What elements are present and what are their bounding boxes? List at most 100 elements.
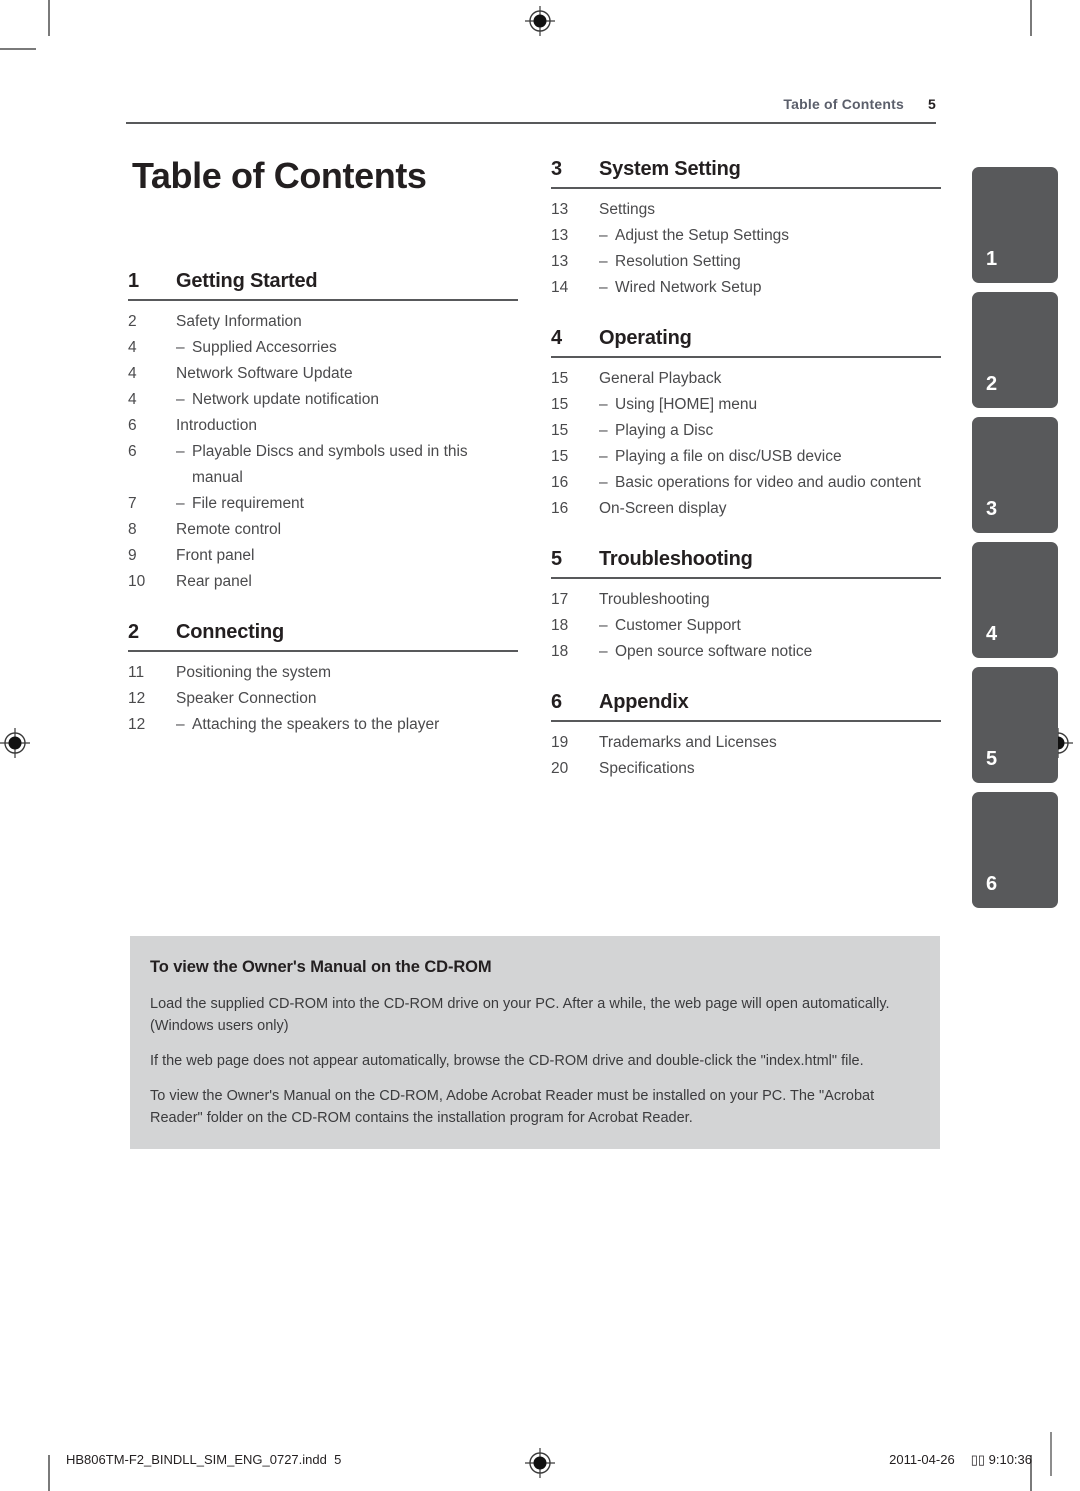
toc-entry[interactable]: 4 Network Software Update [128, 361, 518, 387]
toc-entry-text: Network update notification [192, 391, 379, 408]
toc-entry[interactable]: 10 Rear panel [128, 569, 518, 595]
toc-entry-page: 6 [128, 417, 137, 434]
toc-entry[interactable]: 9 Front panel [128, 543, 518, 569]
toc-entry-text: Open source software notice [615, 643, 813, 660]
chapter-tab[interactable]: 6 [972, 792, 1058, 908]
toc-entry-text: Adjust the Setup Settings [615, 227, 790, 244]
toc-entry[interactable]: 7 – File requirement [128, 491, 518, 517]
toc-entry-text: Using [HOME] menu [615, 396, 758, 413]
toc-entry-label: Speaker Connection [176, 686, 518, 712]
chapter-tab-number: 4 [986, 623, 998, 645]
toc-entry-page: 4 [128, 365, 137, 382]
toc-entry[interactable]: 15 – Playing a file on disc/USB device [551, 444, 941, 470]
toc-entry[interactable]: 16 – Basic operations for video and audio … [551, 470, 941, 496]
toc-entry-page: 15 [551, 448, 569, 465]
toc-entry-label: – Supplied Accesorries [176, 335, 518, 361]
toc-entry[interactable]: 11 Positioning the system [128, 660, 518, 686]
toc-entry[interactable]: 12 Speaker Connection [128, 686, 518, 712]
toc-entry[interactable]: 6 – Playable Discs and symbols used in thi… [128, 439, 518, 491]
toc-entry[interactable]: 16 On-Screen display [551, 496, 941, 522]
crop-mark-top-right-vertical [1030, 0, 1032, 36]
toc-entry-label: – File requirement [176, 491, 518, 517]
toc-section-number: 5 [551, 548, 562, 570]
toc-entry-label: Positioning the system [176, 660, 518, 686]
toc-entry-text: Playing a file on disc/USB device [615, 448, 842, 465]
toc-entry-text: Supplied Accesorries [192, 339, 337, 356]
toc-section-title: Operating [599, 327, 692, 349]
toc-entry-dash-icon: – [599, 448, 608, 465]
registration-target-bottom [525, 1448, 555, 1478]
toc-section-heading: 2 Connecting [128, 621, 518, 650]
toc-entry[interactable]: 13 – Resolution Setting [551, 249, 941, 275]
cd-rom-note-heading: To view the Owner's Manual on the CD-ROM [150, 958, 492, 976]
toc-section-title: Troubleshooting [599, 548, 753, 570]
toc-section-number: 1 [128, 270, 139, 292]
chapter-tab[interactable]: 3 [972, 417, 1058, 533]
toc-entry-page: 12 [128, 716, 146, 733]
chapter-tab-number: 2 [986, 373, 998, 395]
toc-entry-label: Network Software Update [176, 361, 518, 387]
toc-entry-text: Trademarks and Licenses [599, 734, 777, 751]
toc-entry-dash-icon: – [176, 391, 185, 408]
chapter-tab[interactable]: 4 [972, 542, 1058, 658]
toc-section-number: 4 [551, 327, 562, 349]
toc-entry[interactable]: 18 – Open source software notice [551, 639, 941, 665]
toc-entry[interactable]: 2 Safety Information [128, 309, 518, 335]
toc-entry[interactable]: 19 Trademarks and Licenses [551, 730, 941, 756]
toc-entry[interactable]: 15 – Using [HOME] menu [551, 392, 941, 418]
toc-entry-dash-icon: – [176, 443, 185, 460]
footer-file-name: HB806TM-F2_BINDLL_SIM_ENG_0727.indd [66, 1452, 327, 1467]
toc-entry[interactable]: 15 General Playback [551, 366, 941, 392]
cd-rom-note-body: Load the supplied CD-ROM into the CD-ROM… [150, 993, 918, 1129]
toc-section: 1 Getting Started 2 Safety Information 4– Sup… [128, 270, 518, 595]
toc-entry-text: Attaching the speakers to the player [192, 716, 440, 733]
toc-entry-page: 15 [551, 370, 569, 387]
running-header: Table of Contents 5 [126, 96, 936, 112]
toc-section: 5 Troubleshooting 17 Troubleshooting 18 – Cust… [551, 548, 941, 665]
toc-entry-text: Introduction [176, 417, 257, 434]
toc-entry-text: Resolution Setting [615, 253, 741, 270]
chapter-tab[interactable]: 2 [972, 292, 1058, 408]
cd-rom-note-box: To view the Owner's Manual on the CD-ROM… [130, 936, 940, 1149]
toc-entry-label: Front panel [176, 543, 518, 569]
toc-entry[interactable]: 6 Introduction [128, 413, 518, 439]
toc-entry-text: Basic operations for video and audio con… [615, 474, 921, 491]
toc-entry[interactable]: 13 – Adjust the Setup Settings [551, 223, 941, 249]
toc-entry-label: – Customer Support [599, 613, 941, 639]
footer-file-info: HB806TM-F2_BINDLL_SIM_ENG_0727.indd 5 [66, 1452, 341, 1467]
toc-entry-text: Network Software Update [176, 365, 353, 382]
document-page: Table of Contents 5 Table of Contents 1 Ge… [0, 0, 1080, 1491]
crop-mark-top-left-vertical [48, 0, 50, 36]
toc-entry-page: 18 [551, 617, 569, 634]
toc-entry-label: – Playing a Disc [599, 418, 941, 444]
toc-entry-label: – Basic operations for video and audio co… [599, 470, 941, 496]
chapter-tab[interactable]: 1 [972, 167, 1058, 283]
toc-entry[interactable]: 4 – Supplied Accesorries [128, 335, 518, 361]
toc-entry-text: Wired Network Setup [615, 279, 762, 296]
toc-entry[interactable]: 12 – Attaching the speakers to the player [128, 712, 518, 738]
page-title: Table of Contents [132, 155, 427, 196]
footer-time: 9:10:36 [988, 1452, 1032, 1467]
toc-entry-page: 17 [551, 591, 569, 608]
toc-entry[interactable]: 14 – Wired Network Setup [551, 275, 941, 301]
crop-mark-top-left-horizontal [0, 48, 36, 50]
toc-entry[interactable]: 8 Remote control [128, 517, 518, 543]
toc-column-left: 1 Getting Started 2 Safety Information 4– Sup… [128, 270, 518, 764]
toc-section: 6 Appendix 19 Trademarks and Licenses 20 Spec… [551, 691, 941, 782]
toc-entry[interactable]: 4 – Network update notification [128, 387, 518, 413]
toc-section-divider [128, 299, 518, 301]
toc-entry[interactable]: 15 – Playing a Disc [551, 418, 941, 444]
toc-entry-text: On-Screen display [599, 500, 727, 517]
toc-entry[interactable]: 13 Settings [551, 197, 941, 223]
toc-entry[interactable]: 20 Specifications [551, 756, 941, 782]
toc-entry[interactable]: 18 – Customer Support [551, 613, 941, 639]
toc-entry-dash-icon: – [176, 339, 185, 356]
toc-entry-dash-icon: – [176, 495, 185, 512]
chapter-tab[interactable]: 5 [972, 667, 1058, 783]
toc-entry[interactable]: 17 Troubleshooting [551, 587, 941, 613]
toc-entry-label: Introduction [176, 413, 518, 439]
toc-entry-text: Speaker Connection [176, 690, 317, 707]
toc-section: 2 Connecting 11 Positioning the system 12 Spe… [128, 621, 518, 738]
toc-entry-label: Trademarks and Licenses [599, 730, 941, 756]
toc-entry-page: 9 [128, 547, 137, 564]
